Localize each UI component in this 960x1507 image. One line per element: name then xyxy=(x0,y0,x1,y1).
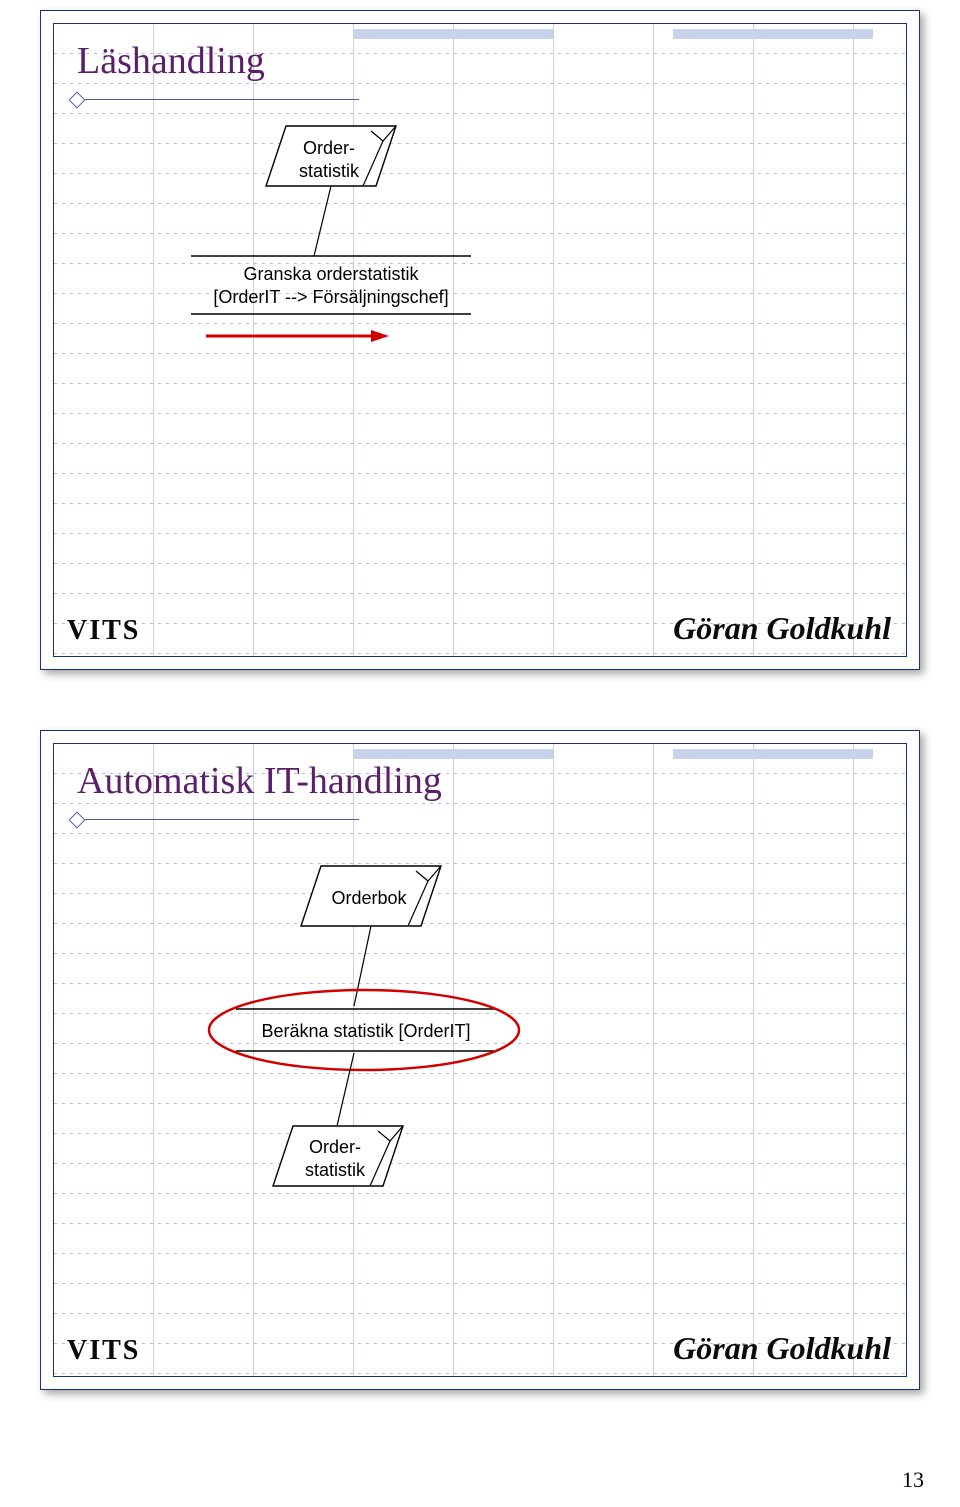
box1-line2: statistik xyxy=(299,161,359,181)
process-berakna: Beräkna statistik [OrderIT] xyxy=(236,1020,496,1043)
box-order-statistik: Order- statistik xyxy=(279,137,379,182)
footer-left-vits: VITS xyxy=(67,1335,140,1367)
diagram-2 xyxy=(41,731,921,1391)
process-granska: Granska orderstatistik [OrderIT --> Förs… xyxy=(191,263,471,308)
slide-2: Automatisk IT-handling xyxy=(40,730,920,1390)
process-line1: Granska orderstatistik xyxy=(243,264,418,284)
box1-line1: Order- xyxy=(303,138,355,158)
process-line2: [OrderIT --> Försäljningschef] xyxy=(213,287,448,307)
box2-line2: statistik xyxy=(305,1160,365,1180)
diagram-1 xyxy=(41,11,921,671)
footer-right-author: Göran Goldkuhl xyxy=(673,610,891,647)
box-orderbok: Orderbok xyxy=(319,887,419,910)
page-number: 13 xyxy=(902,1467,924,1493)
slide-1: Läshandling Order- statistik Granska ord… xyxy=(40,10,920,670)
box-order-statistik-2: Order- statistik xyxy=(285,1136,385,1181)
footer-left-vits: VITS xyxy=(67,615,140,647)
box2-line1: Order- xyxy=(309,1137,361,1157)
footer-right-author: Göran Goldkuhl xyxy=(673,1330,891,1367)
